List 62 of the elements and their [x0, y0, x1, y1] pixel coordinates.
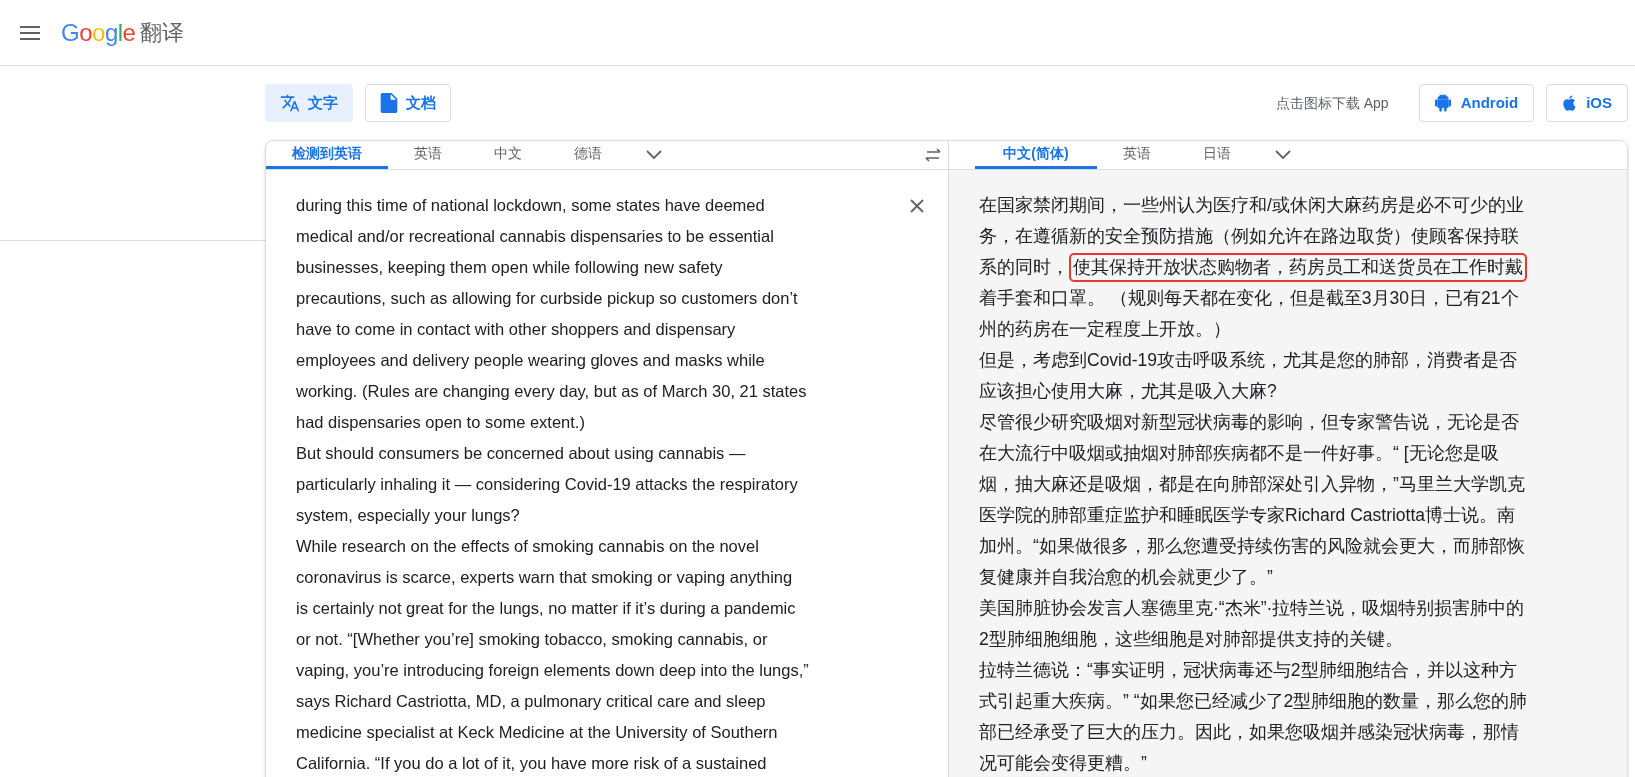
language-tab[interactable]: 日语 [1177, 141, 1257, 169]
translated-text: 复健康并自我治愈的机会就更少了。” [979, 566, 1273, 589]
highlighted-text: 使其保持开放状态购物者，药房员工和送货员在工作时戴 [1069, 253, 1527, 282]
source-text-line: system, especially your lungs? [296, 505, 521, 526]
chevron-down-icon[interactable] [1275, 150, 1291, 160]
source-text-line: during this time of national lockdown, some states have deemed [296, 195, 766, 216]
translated-text: 加州。“如果做很多，那么您遭受持续伤害的风险就会更大，而肺部恢 [979, 535, 1525, 558]
swap-icon[interactable] [924, 148, 942, 162]
source-text-line: California. “If you do a lot of it, you have more risk of a sustained [296, 753, 768, 774]
translated-text: 在国家禁闭期间，一些州认为医疗和/或休闲大麻药房是必不可少的业 [979, 194, 1524, 217]
language-tab[interactable]: 中文(简体) [975, 141, 1097, 169]
source-text-line: coronavirus is scarce, experts warn that smoking or vaping anything [296, 567, 794, 588]
translated-text: 州的药房在一定程度上开放。） [979, 318, 1231, 341]
source-text-line: businesses, keeping them open while following new safety [296, 257, 724, 278]
apple-icon [1562, 95, 1577, 111]
mode-tab[interactable]: 文字 [265, 84, 353, 122]
translated-text: 烟，抽大麻还是吸烟，都是在向肺部深处引入异物，”马里兰大学凯克 [979, 473, 1525, 496]
source-text-line: says Richard Castriotta, MD, a pulmonary critical care and sleep [296, 691, 767, 712]
language-tab[interactable]: 检测到英语 [266, 141, 388, 169]
chevron-down-icon[interactable] [646, 150, 662, 160]
source-text-line: medical and/or recreational cannabis dispensaries to be essential [296, 226, 775, 247]
translated-text: 着手套和口罩。 （规则每天都在变化，但是截至3月30日，已有21个 [979, 287, 1519, 310]
translated-text: 在大流行中吸烟或抽烟对肺部疾病都不是一件好事。“ [无论您是吸 [979, 442, 1499, 465]
translated-text: 但是，考虑到Covid-19攻击呼吸系统，尤其是您的肺部，消费者是否 [979, 349, 1518, 372]
source-text-line: But should consumers be concerned about using cannabis — [296, 443, 747, 464]
download-prompt: 点击图标下载 App [1275, 93, 1389, 113]
translate-icon [280, 93, 300, 113]
translated-text: 2型肺细胞细胞，这些细胞是对肺部提供支持的关键。 [979, 628, 1403, 651]
app-download-button[interactable]: iOS [1546, 84, 1628, 122]
translated-text: 系的同时， [979, 256, 1069, 279]
language-tab[interactable]: 德语 [548, 141, 628, 169]
close-icon[interactable] [910, 199, 924, 213]
source-text-line: vaping, you’re introducing foreign elements down deep into the lungs,” [296, 660, 809, 681]
app-title: 翻译 [140, 19, 185, 47]
language-tab[interactable]: 英语 [1097, 141, 1177, 169]
translated-text: 尽管很少研究吸烟对新型冠状病毒的影响，但专家警告说，无论是否 [979, 411, 1519, 434]
translated-text: 美国肺脏协会发言人塞德里克·“杰米”·拉特兰说，吸烟特别损害肺中的 [979, 597, 1525, 620]
translated-text: 拉特兰德说：“事实证明，冠状病毒还与2型肺细胞结合，并以这种方 [979, 659, 1517, 682]
mode-tab[interactable]: 文档 [365, 84, 451, 122]
source-text-line: have to come in contact with other shoppers and dispensary [296, 319, 737, 340]
translated-text: 务，在遵循新的安全预防措施（例如允许在路边取货）使顾客保持联 [979, 225, 1519, 248]
translated-text: 况可能会变得更糟。” [979, 752, 1147, 775]
app-download-button[interactable]: Android [1418, 84, 1535, 122]
source-text-line: had dispensaries open to some extent.) [296, 412, 586, 433]
language-tab[interactable]: 英语 [388, 141, 468, 169]
source-text-line: employees and delivery people wearing gloves and masks while [296, 350, 766, 371]
source-text-line: precautions, such as allowing for curbside pickup so customers don’t [296, 288, 799, 309]
source-text-line: is certainly not great for the lungs, no matter if it’s during a pandemic [296, 598, 797, 619]
source-text-line: While research on the effects of smoking cannabis on the novel [296, 536, 760, 557]
source-text-line: working. (Rules are changing every day, but as of March 30, 21 states [296, 381, 808, 402]
language-tab[interactable]: 中文 [468, 141, 548, 169]
source-text-line: particularly inhaling it — considering Covid-19 attacks the respiratory [296, 474, 799, 495]
menu-icon[interactable] [20, 25, 40, 40]
source-text-line: or not. “[Whether you’re] smoking tobacco, smoking cannabis, or [296, 629, 769, 650]
translated-text: 式引起重大疾病。” “如果您已经减少了2型肺细胞的数量，那么您的肺 [979, 690, 1528, 713]
android-icon [1434, 94, 1451, 112]
google-logo: Google [61, 17, 136, 48]
translated-text: 应该担心使用大麻，尤其是吸入大麻? [979, 380, 1277, 403]
translated-text: 医学院的肺部重症监护和睡眠医学专家Richard Castriotta博士说。南 [979, 504, 1516, 527]
translated-text: 部已经承受了巨大的压力。因此，如果您吸烟并感染冠状病毒，那情 [979, 721, 1519, 744]
source-text-line: medicine specialist at Keck Medicine at the University of Southern [296, 722, 779, 743]
document-icon [380, 93, 398, 113]
